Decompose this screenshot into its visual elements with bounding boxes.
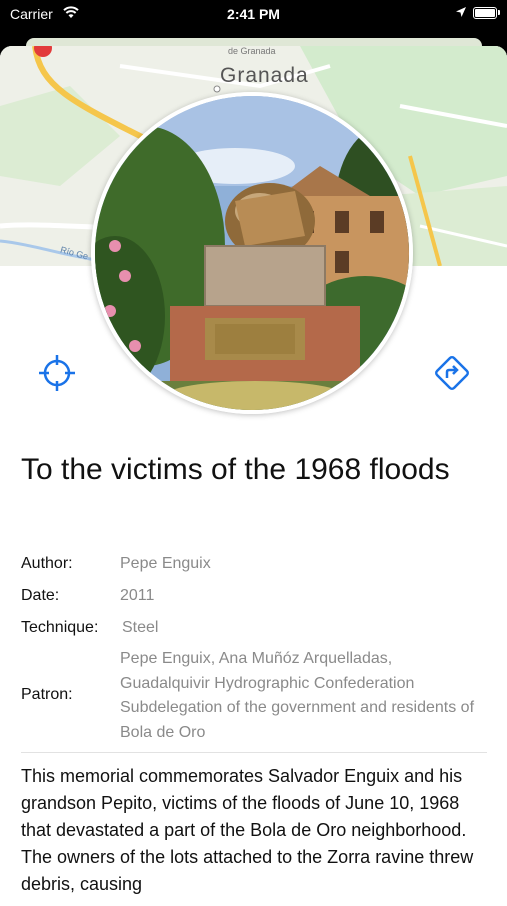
monument-title: To the victims of the 1968 floods (21, 453, 450, 486)
monument-photo (91, 92, 413, 414)
date-value: 2011 (120, 587, 155, 604)
battery-icon (473, 7, 500, 19)
location-arrow-icon (456, 7, 466, 17)
divider (21, 752, 487, 753)
date-label: Date: (21, 587, 60, 604)
author-value: Pepe Enguix (120, 555, 211, 572)
technique-label: Technique: (21, 619, 99, 636)
clock: 2:41 PM (227, 6, 280, 22)
map-label-small: de Granada (228, 46, 276, 56)
technique-value: Steel (122, 619, 159, 636)
crosshair-icon[interactable] (37, 353, 77, 393)
directions-icon[interactable] (432, 353, 472, 393)
status-bar: Carrier 2:41 PM (0, 0, 507, 30)
monument-photo-illustration (95, 96, 409, 410)
monument-description: This memorial commemorates Salvador Engu… (21, 766, 474, 894)
monument-detail-sheet: de Granada Granada Río Ge To the victims… (0, 46, 507, 906)
patron-value: Pepe Enguix, Ana Muñóz Arquelladas, Guad… (120, 650, 475, 741)
map-city-label: Granada (220, 64, 309, 87)
author-label: Author: (21, 555, 73, 572)
patron-label: Patron: (21, 686, 73, 703)
